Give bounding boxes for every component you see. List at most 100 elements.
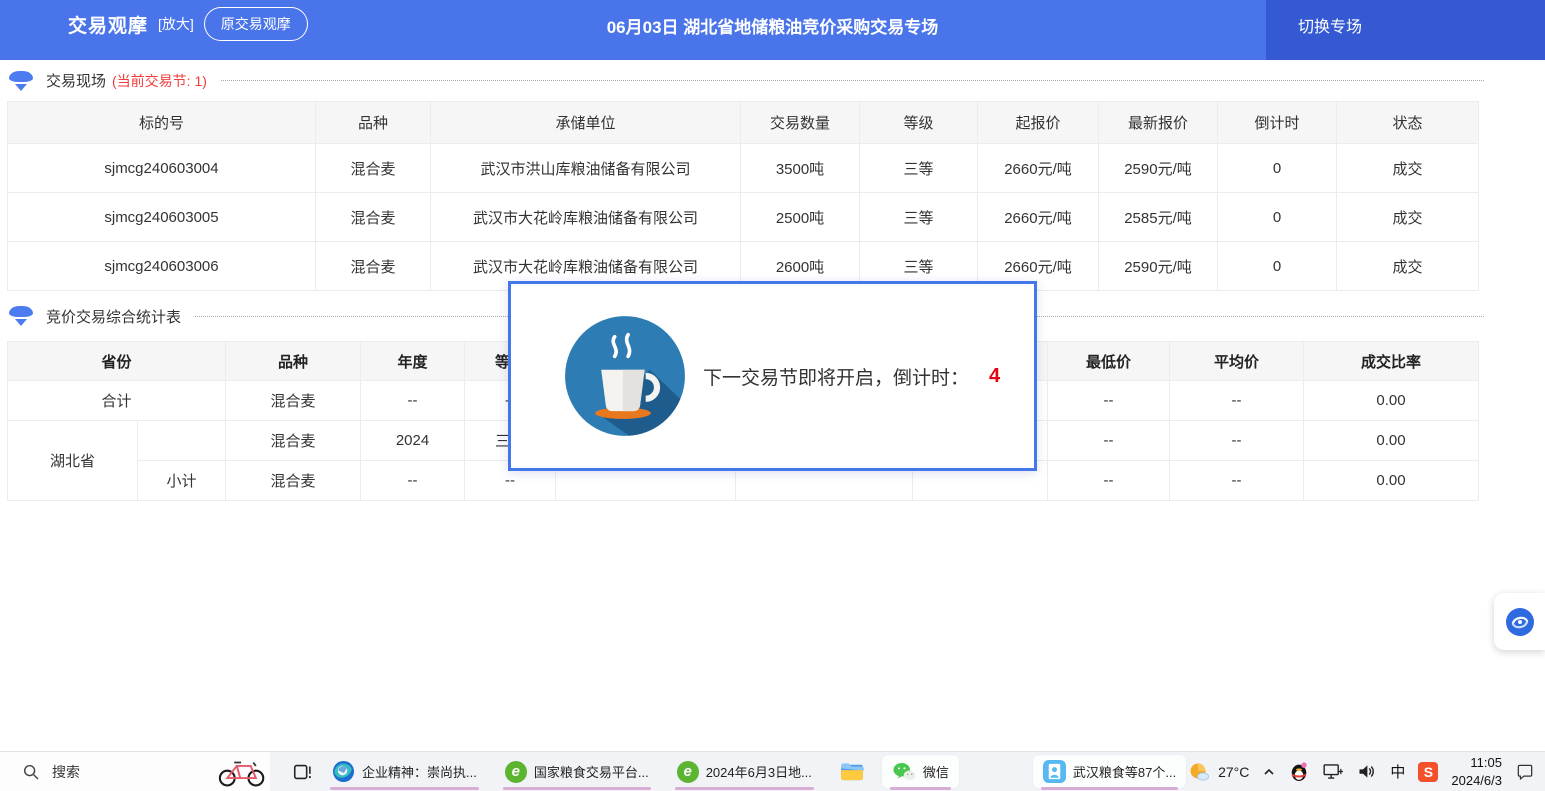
browser-360-icon: e [505, 761, 527, 783]
taskbar-app-label: 企业精神：崇尚执... [362, 762, 477, 781]
tray-expand-chevron[interactable] [1262, 765, 1276, 779]
section-trading-floor: 交易现场 (当前交易节: 1) [0, 60, 1545, 101]
taskbar-clock[interactable]: 11:05 2024/6/3 [1451, 754, 1502, 789]
col-quantity: 交易数量 [741, 102, 860, 144]
start-price: 2660元/吨 [978, 144, 1099, 193]
next-session-message: 下一交易节即将开启，倒计时： [703, 363, 969, 390]
quantity: 3500吨 [741, 144, 860, 193]
coffee-cup-icon [563, 314, 687, 438]
section-title: 竞价交易综合统计表 [46, 306, 181, 327]
variety: 混合麦 [316, 144, 431, 193]
ime-indicator[interactable]: 中 [1390, 761, 1405, 782]
col-variety: 品种 [316, 102, 431, 144]
lot-number: sjmcg240603004 [8, 144, 316, 193]
qq-icon[interactable] [1289, 761, 1309, 782]
top-header-bar: 交易观摩 [放大] 原交易观摩 06月03日 湖北省地储粮油竞价采购交易专场 切… [0, 0, 1545, 60]
col-lot-number: 标的号 [8, 102, 316, 144]
taskbar-app-label: 微信 [923, 762, 949, 781]
countdown: 0 [1218, 144, 1337, 193]
current-session-note: (当前交易节: 1) [112, 71, 207, 91]
clock-date: 2024/6/3 [1451, 772, 1502, 790]
session-title: 06月03日 湖北省地储粮油竞价采购交易专场 [607, 13, 939, 38]
taskbar-app-label: 国家粮食交易平台... [534, 762, 649, 781]
grade: 三等 [860, 193, 978, 242]
task-view-icon [292, 761, 314, 783]
taskbar-search[interactable]: 搜索 [0, 752, 270, 791]
col-province: 省份 [8, 342, 226, 381]
col-grade: 等级 [860, 102, 978, 144]
service-widget-button[interactable] [1494, 593, 1545, 650]
next-session-dialog: 下一交易节即将开启，倒计时： 4 [508, 281, 1037, 471]
windows-taskbar: 搜索 企业精神：崇尚执... e 国家粮食交易平台... e 2024年6月3日… [0, 751, 1545, 791]
volume-icon[interactable] [1356, 761, 1377, 782]
grade: 三等 [860, 144, 978, 193]
temperature-label: 27°C [1218, 764, 1249, 780]
col-countdown: 倒计时 [1218, 102, 1337, 144]
filter-icon [8, 306, 34, 326]
storage-unit: 武汉市大花岭库粮油储备有限公司 [431, 193, 741, 242]
zoom-link[interactable]: [放大] [158, 14, 194, 34]
col-year: 年度 [361, 342, 465, 381]
col-min-price: 最低价 [1048, 342, 1170, 381]
col-deal-ratio: 成交比率 [1304, 342, 1479, 381]
app-title: 交易观摩 [68, 11, 148, 38]
taskbar-app-label: 2024年6月3日地... [706, 762, 812, 781]
latest-price: 2585元/吨 [1099, 193, 1218, 242]
col-avg-price: 平均价 [1170, 342, 1304, 381]
col-storage-unit: 承储单位 [431, 102, 741, 144]
contacts-icon [1043, 760, 1066, 783]
province-total: 合计 [8, 381, 226, 421]
col-start-price: 起报价 [978, 102, 1099, 144]
switch-session-button[interactable]: 切换专场 [1266, 0, 1545, 60]
wechat-icon [892, 761, 916, 783]
notification-icon[interactable] [1515, 762, 1535, 782]
col-variety: 品种 [226, 342, 361, 381]
dotted-divider [221, 80, 1484, 81]
taskbar-app-document[interactable]: e 2024年6月3日地... [667, 755, 822, 788]
taskbar-weather[interactable]: 27°C [1187, 760, 1249, 784]
bicycle-image [216, 756, 268, 788]
lot-number: sjmcg240603006 [8, 242, 316, 291]
taskbar-app-wechat[interactable]: 微信 [882, 755, 959, 788]
filter-icon [8, 71, 34, 91]
original-view-button[interactable]: 原交易观摩 [204, 7, 308, 41]
clock-time: 11:05 [1451, 754, 1502, 772]
taskbar-app-label: 武汉粮食等87个... [1073, 762, 1176, 781]
search-icon [22, 763, 40, 781]
section-title: 交易现场 [46, 70, 106, 91]
status-badge: 成交 [1337, 144, 1479, 193]
quantity: 2500吨 [741, 193, 860, 242]
table-row: sjmcg240603004 混合麦 武汉市洪山库粮油储备有限公司 3500吨 … [8, 144, 1479, 193]
table-header-row: 标的号 品种 承储单位 交易数量 等级 起报价 最新报价 倒计时 状态 [8, 102, 1479, 144]
subtotal-label: 小计 [138, 461, 226, 501]
edge-icon [332, 760, 355, 783]
col-latest-price: 最新报价 [1099, 102, 1218, 144]
taskbar-app-edge[interactable]: 企业精神：崇尚执... [322, 755, 487, 788]
col-status: 状态 [1337, 102, 1479, 144]
latest-price: 2590元/吨 [1099, 242, 1218, 291]
weather-sun-icon [1187, 760, 1211, 784]
taskbar-app-file-explorer[interactable] [830, 755, 874, 788]
trading-floor-table: 标的号 品种 承储单位 交易数量 等级 起报价 最新报价 倒计时 状态 sjmc… [7, 101, 1479, 291]
task-view-button[interactable] [292, 761, 314, 783]
province-name: 湖北省 [8, 421, 138, 501]
folder-icon [840, 762, 864, 782]
status-badge: 成交 [1337, 193, 1479, 242]
taskbar-app-grain-platform[interactable]: e 国家粮食交易平台... [495, 755, 659, 788]
latest-price: 2590元/吨 [1099, 144, 1218, 193]
browser-360-icon: e [677, 761, 699, 783]
countdown-value: 4 [989, 365, 1000, 388]
table-row: sjmcg240603005 混合麦 武汉市大花岭库粮油储备有限公司 2500吨… [8, 193, 1479, 242]
search-label: 搜索 [52, 762, 216, 782]
taskbar-app-contacts[interactable]: 武汉粮食等87个... [1033, 755, 1186, 788]
countdown: 0 [1218, 242, 1337, 291]
status-badge: 成交 [1337, 242, 1479, 291]
storage-unit: 武汉市洪山库粮油储备有限公司 [431, 144, 741, 193]
variety: 混合麦 [316, 242, 431, 291]
variety: 混合麦 [316, 193, 431, 242]
sogou-icon[interactable]: S [1418, 762, 1438, 782]
countdown: 0 [1218, 193, 1337, 242]
lot-number: sjmcg240603005 [8, 193, 316, 242]
network-icon[interactable] [1322, 761, 1343, 782]
start-price: 2660元/吨 [978, 193, 1099, 242]
